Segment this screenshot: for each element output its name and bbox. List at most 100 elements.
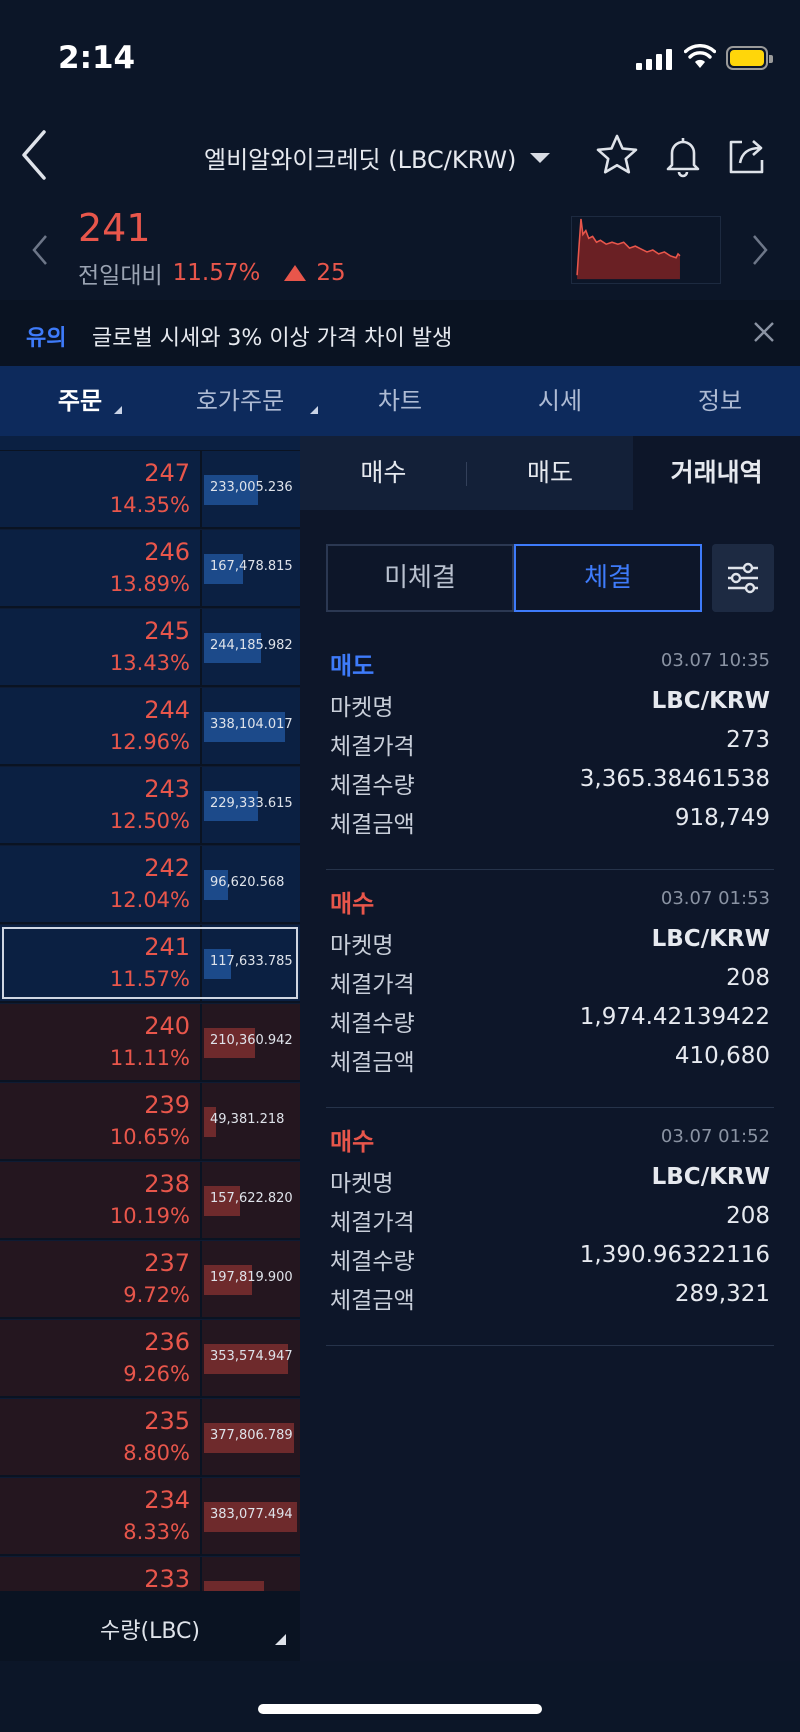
star-icon[interactable] [594,132,640,178]
close-icon[interactable] [752,320,776,344]
trade-time: 03.07 10:35 [660,650,770,671]
orderbook-price-cell[interactable]: 246 13.89% [0,530,202,606]
orderbook-price-cell[interactable]: 236 9.26% [0,1320,202,1396]
orderbook-row[interactable]: 247 14.35% 233,005.236 [0,451,300,529]
orderbook-price-cell[interactable]: 235 8.80% [0,1399,202,1475]
status-bar: 2:14 [0,0,800,110]
orderbook-row[interactable]: 243 12.50% 229,333.615 [0,767,300,845]
trade-detail-value: 1,390.96322116 [579,1242,770,1268]
orderbook-quantity: 353,574.947 [210,1349,293,1364]
orderbook-price-cell[interactable]: 233 [0,1557,202,1591]
trade-history-item[interactable]: 매수 03.07 01:52 마켓명 LBC/KRW 체결가격 208 체결수량 1,390.… [326,1108,774,1346]
current-price: 241 [78,206,151,250]
filter-settings-icon[interactable] [712,544,774,612]
orderbook-row[interactable]: 234 8.33% 383,077.494 [0,1478,300,1556]
market-selector[interactable]: 엘비알와이크레딧 (LBC/KRW) [204,140,551,175]
tab-sell[interactable]: 매도 [467,436,634,510]
orderbook-row[interactable]: 238 10.19% 157,622.820 [0,1162,300,1240]
orderbook-row[interactable]: 235 8.80% 377,806.789 [0,1399,300,1477]
trade-time: 03.07 01:52 [660,1126,770,1147]
orderbook-row[interactable]: 240 11.11% 210,360.942 [0,1004,300,1082]
share-icon[interactable] [724,132,770,178]
orderbook-volume-bar [204,1581,264,1591]
mini-price-chart[interactable] [571,216,721,284]
trade-detail-value: 3,365.38461538 [579,766,770,792]
trade-detail-row: 마켓명 LBC/KRW [330,926,770,960]
orderbook-price-cell[interactable]: 239 10.65% [0,1083,202,1159]
filled-button[interactable]: 체결 [514,544,702,612]
trade-detail-value: 410,680 [674,1043,770,1069]
trade-detail-value: 208 [726,965,770,991]
orderbook[interactable]: 247 14.35% 233,005.236 246 13.89% 167,478.815… [0,436,300,1591]
orderbook-price: 240 [144,1012,190,1040]
trade-detail-row: 체결수량 3,365.38461538 [330,766,770,800]
tab-order[interactable]: 주문 [0,366,160,436]
unit-label: 수량(LBC) [100,1619,200,1644]
orderbook-price: 235 [144,1407,190,1435]
trade-history-item[interactable]: 매수 03.07 01:53 마켓명 LBC/KRW 체결가격 208 체결수량 1,974.… [326,870,774,1108]
orderbook-quantity: 377,806.789 [210,1428,293,1443]
order-panel: 매수 매도 거래내역 미체결 체결 매도 03.07 10:35 마켓명 LBC/KR… [300,436,800,1661]
back-icon[interactable] [14,128,54,182]
orderbook-percent: 14.35% [109,493,190,517]
orderbook-percent: 11.11% [109,1046,190,1070]
status-time: 2:14 [58,40,136,76]
prev-market-icon[interactable] [28,230,52,270]
orderbook-price-cell[interactable]: 245 13.43% [0,609,202,685]
orderbook-row[interactable]: 242 12.04% 96,620.568 [0,846,300,924]
orderbook-price-cell[interactable]: 240 11.11% [0,1004,202,1080]
tab-buy[interactable]: 매수 [300,436,467,510]
tab-chart[interactable]: 차트 [320,366,480,436]
tab-trade-history[interactable]: 거래내역 [633,436,800,510]
orderbook-price: 247 [144,459,190,487]
trade-detail-row: 체결수량 1,390.96322116 [330,1242,770,1276]
trade-detail-label: 체결가격 [330,972,415,998]
trade-detail-row: 마켓명 LBC/KRW [330,688,770,722]
orderbook-price-cell[interactable]: 242 12.04% [0,846,202,922]
cellular-signal-icon [636,48,672,70]
tab-market-price[interactable]: 시세 [480,366,640,436]
orderbook-row[interactable]: 241 11.57% 117,633.785 [0,925,300,1003]
trade-history-item[interactable]: 매도 03.07 10:35 마켓명 LBC/KRW 체결가격 273 체결수량 3,365.… [326,632,774,870]
orderbook-quantity: 244,185.982 [210,638,293,653]
orderbook-price-cell[interactable]: 247 14.35% [0,451,202,527]
tab-info[interactable]: 정보 [640,366,800,436]
orderbook-row[interactable]: 239 10.65% 49,381.218 [0,1083,300,1161]
orderbook-unit-selector[interactable]: 수량(LBC) [0,1591,300,1661]
trade-detail-label: 체결수량 [330,773,415,799]
up-triangle-icon [284,265,307,281]
next-market-icon[interactable] [748,230,772,270]
orderbook-price-cell[interactable]: 244 12.96% [0,688,202,764]
trade-detail-label: 체결금액 [330,812,415,838]
orderbook-row[interactable]: 237 9.72% 197,819.900 [0,1241,300,1319]
tab-label: 주문 [57,387,103,415]
trade-side: 매수 [330,890,375,918]
trade-detail-row: 체결가격 273 [330,727,770,761]
corner-triangle-icon [310,406,318,414]
orderbook-row[interactable]: 236 9.26% 353,574.947 [0,1320,300,1398]
market-title: 엘비알와이크레딧 (LBC/KRW) [204,146,517,174]
orderbook-row[interactable]: 233 [0,1557,300,1591]
orderbook-price-cell[interactable]: 238 10.19% [0,1162,202,1238]
unfilled-button[interactable]: 미체결 [326,544,514,612]
orderbook-percent: 9.26% [123,1362,190,1386]
bell-icon[interactable] [660,132,706,178]
orderbook-row[interactable]: 246 13.89% 167,478.815 [0,530,300,608]
trade-detail-label: 체결가격 [330,1210,415,1236]
trade-detail-value: 1,974.42139422 [579,1004,770,1030]
orderbook-percent: 8.80% [123,1441,190,1465]
orderbook-percent: 12.96% [109,730,190,754]
orderbook-price-cell[interactable]: 243 12.50% [0,767,202,843]
orderbook-row[interactable]: 244 12.96% 338,104.017 [0,688,300,766]
home-indicator[interactable] [258,1704,542,1714]
orderbook-price: 236 [144,1328,190,1356]
tab-label: 매수 [360,458,407,487]
orderbook-price-cell[interactable]: 234 8.33% [0,1478,202,1554]
orderbook-row[interactable]: 245 13.43% 244,185.982 [0,609,300,687]
trade-detail-row: 체결가격 208 [330,1203,770,1237]
tab-quote-order[interactable]: 호가주문 [160,366,320,436]
trade-detail-row: 마켓명 LBC/KRW [330,1164,770,1198]
warning-notice: 유의 글로벌 시세와 3% 이상 가격 차이 발생 [0,300,800,366]
orderbook-price-cell[interactable]: 237 9.72% [0,1241,202,1317]
trade-side: 매수 [330,1128,375,1156]
